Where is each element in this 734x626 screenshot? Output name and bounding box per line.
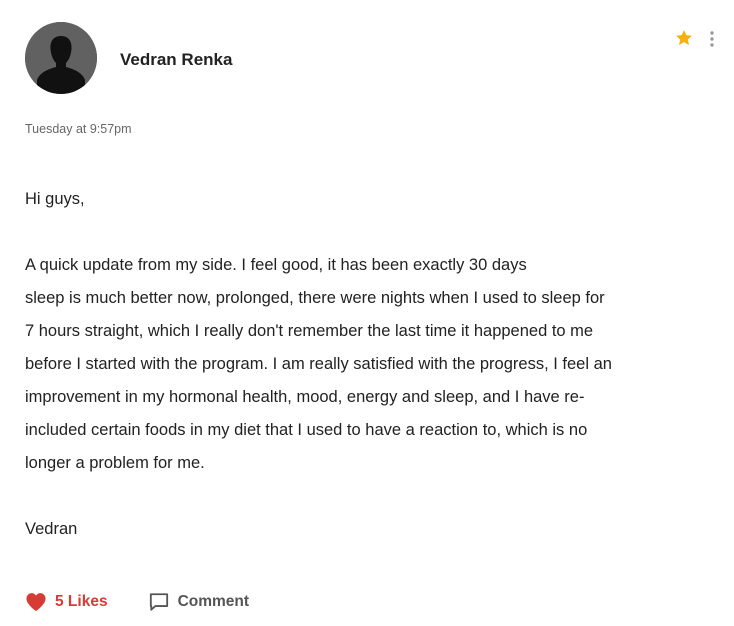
post-body-line: sleep is much better now, prolonged, the… bbox=[25, 289, 605, 307]
avatar[interactable] bbox=[25, 22, 97, 94]
post-greeting: Hi guys, bbox=[25, 190, 85, 208]
comment-label: Comment bbox=[177, 593, 250, 610]
heart-icon bbox=[26, 593, 46, 612]
post-timestamp[interactable]: Tuesday at 9:57pm bbox=[25, 122, 132, 136]
post-body-line: before I started with the program. I am … bbox=[25, 355, 612, 373]
person-silhouette-icon bbox=[25, 22, 97, 94]
like-button[interactable]: 5 Likes bbox=[25, 592, 108, 612]
post-body-line: included certain foods in my diet that I… bbox=[25, 421, 588, 439]
post-body-line: longer a problem for me. bbox=[25, 454, 205, 472]
post-body-line: A quick update from my side. I feel good… bbox=[25, 256, 527, 274]
post-actions: 5 Likes Comment bbox=[25, 590, 249, 614]
author-name[interactable]: Vedran Renka bbox=[120, 50, 232, 70]
post-body-line: 7 hours straight, which I really don't r… bbox=[25, 322, 594, 340]
comment-icon bbox=[149, 593, 168, 611]
post-signoff: Vedran bbox=[25, 520, 78, 538]
star-icon[interactable] bbox=[674, 28, 694, 48]
post-card: Vedran Renka Tuesday at 9:57pm Hi guys, … bbox=[0, 0, 734, 626]
post-body-line: improvement in my hormonal health, mood,… bbox=[25, 388, 585, 406]
more-vertical-icon[interactable] bbox=[706, 30, 718, 48]
comment-button[interactable]: Comment bbox=[148, 592, 249, 612]
likes-count-label: 5 Likes bbox=[55, 593, 108, 610]
post-body: Hi guys, A quick update from my side. I … bbox=[25, 183, 720, 546]
